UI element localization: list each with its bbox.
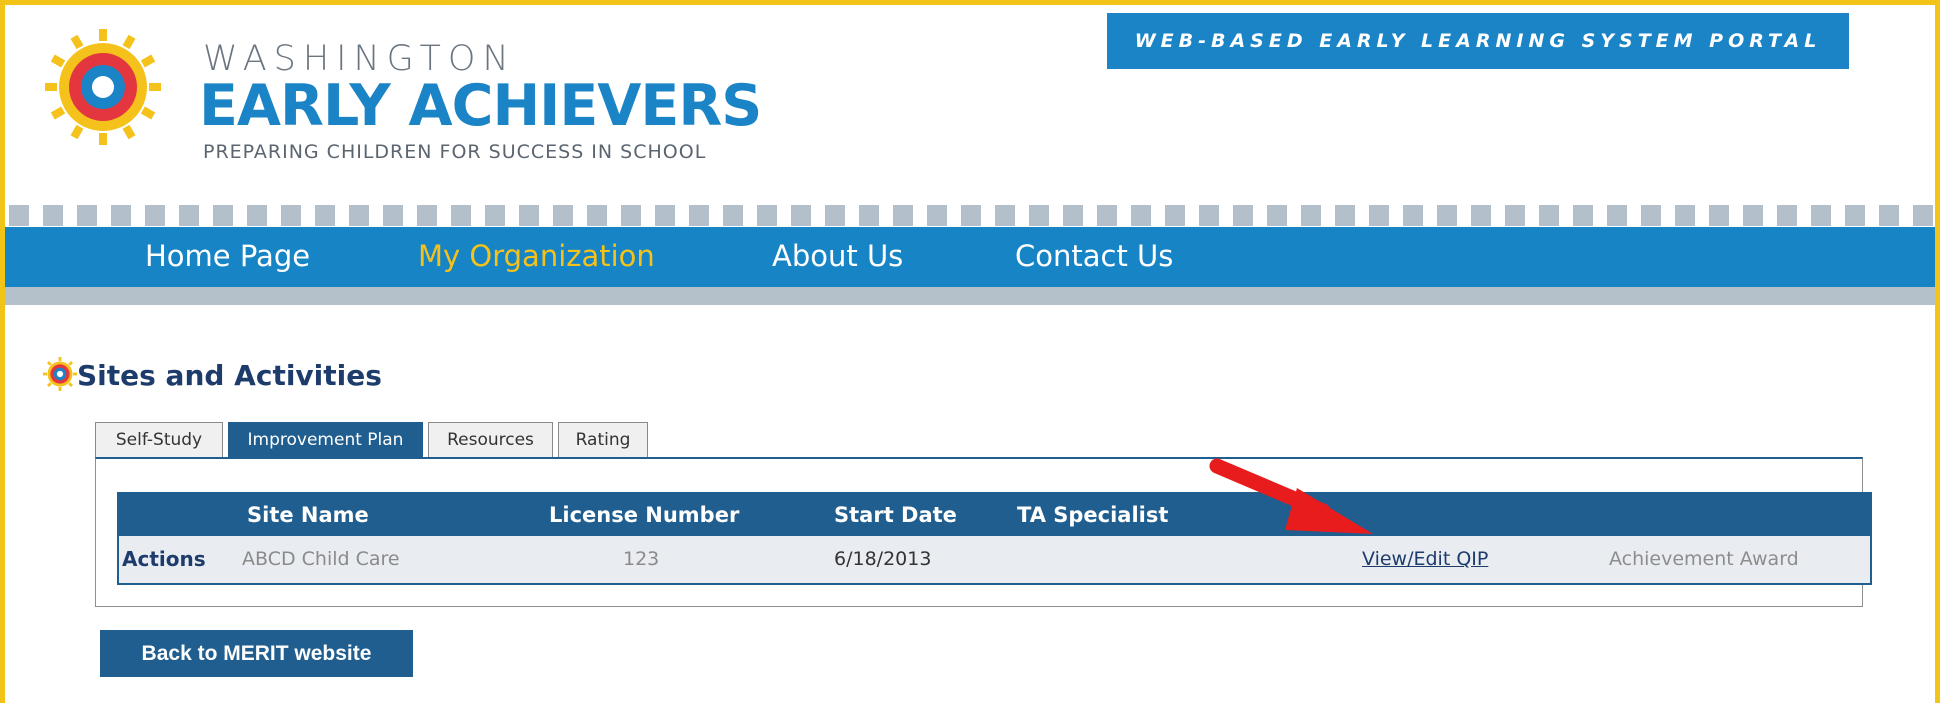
section-title: Sites and Activities: [77, 359, 382, 392]
cell-site-name: ABCD Child Care: [242, 548, 400, 570]
achievement-award-link[interactable]: Achievement Award: [1609, 536, 1799, 583]
tab-improvement-plan[interactable]: Improvement Plan: [228, 422, 423, 457]
tab-resources[interactable]: Resources: [428, 422, 553, 457]
dashed-divider: [9, 205, 1935, 226]
back-to-merit-button[interactable]: Back to MERIT website: [100, 630, 413, 677]
nav-my-organization[interactable]: My Organization: [418, 227, 655, 287]
main-nav: Home Page My Organization About Us Conta…: [5, 227, 1935, 287]
tab-self-study[interactable]: Self-Study: [95, 422, 223, 457]
nav-contact-us[interactable]: Contact Us: [1015, 227, 1173, 287]
header-ta-specialist: TA Specialist: [1017, 503, 1169, 527]
nav-home-page[interactable]: Home Page: [145, 227, 310, 287]
header-start-date: Start Date: [834, 503, 957, 527]
cell-license-number: 123: [623, 548, 660, 570]
table-row: Actions ABCD Child Care 123 6/18/2013 Vi…: [119, 536, 1870, 583]
nav-underbar: [5, 287, 1935, 305]
sites-grid: Site Name License Number Start Date TA S…: [117, 492, 1872, 585]
cell-start-date: 6/18/2013: [834, 548, 932, 570]
page-frame: WASHINGTON EARLY ACHIEVERS PREPARING CHI…: [0, 0, 1940, 703]
row-actions-label: Actions: [122, 547, 206, 571]
red-arrow-icon: [1209, 458, 1373, 534]
tab-rating[interactable]: Rating: [558, 422, 648, 457]
header-license-number: License Number: [549, 503, 740, 527]
nav-about-us[interactable]: About Us: [772, 227, 903, 287]
grid-header-row: Site Name License Number Start Date TA S…: [119, 494, 1870, 536]
portal-banner: WEB-BASED EARLY LEARNING SYSTEM PORTAL: [1107, 13, 1849, 69]
header-site-name: Site Name: [247, 503, 369, 527]
brand-early-achievers: EARLY ACHIEVERS: [199, 73, 762, 139]
sun-target-icon: [43, 357, 77, 391]
brand-tagline: PREPARING CHILDREN FOR SUCCESS IN SCHOOL: [203, 141, 707, 163]
site-header: WASHINGTON EARLY ACHIEVERS PREPARING CHI…: [5, 5, 1935, 205]
sun-target-icon: [45, 29, 161, 145]
